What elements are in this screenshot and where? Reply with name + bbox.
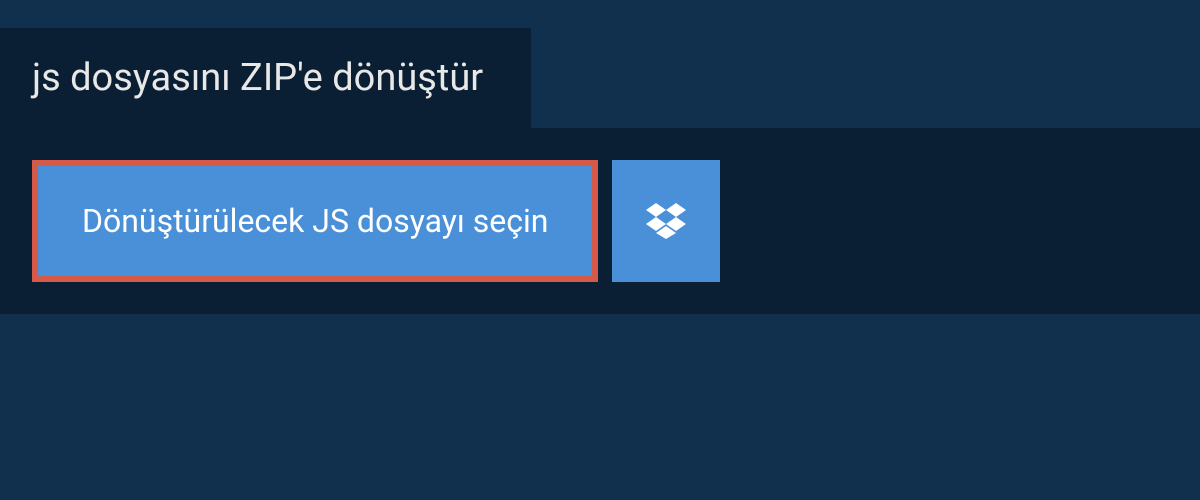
select-file-label: Dönüştürülecek JS dosyayı seçin — [82, 202, 548, 240]
page-title: js dosyasını ZIP'e dönüştür — [32, 56, 483, 100]
select-file-button[interactable]: Dönüştürülecek JS dosyayı seçin — [32, 160, 598, 282]
dropbox-icon — [646, 203, 686, 239]
header-tab: js dosyasını ZIP'e dönüştür — [0, 28, 531, 128]
dropbox-button[interactable] — [612, 160, 720, 282]
button-row: Dönüştürülecek JS dosyayı seçin — [32, 160, 1168, 282]
content-panel: Dönüştürülecek JS dosyayı seçin — [0, 128, 1200, 314]
